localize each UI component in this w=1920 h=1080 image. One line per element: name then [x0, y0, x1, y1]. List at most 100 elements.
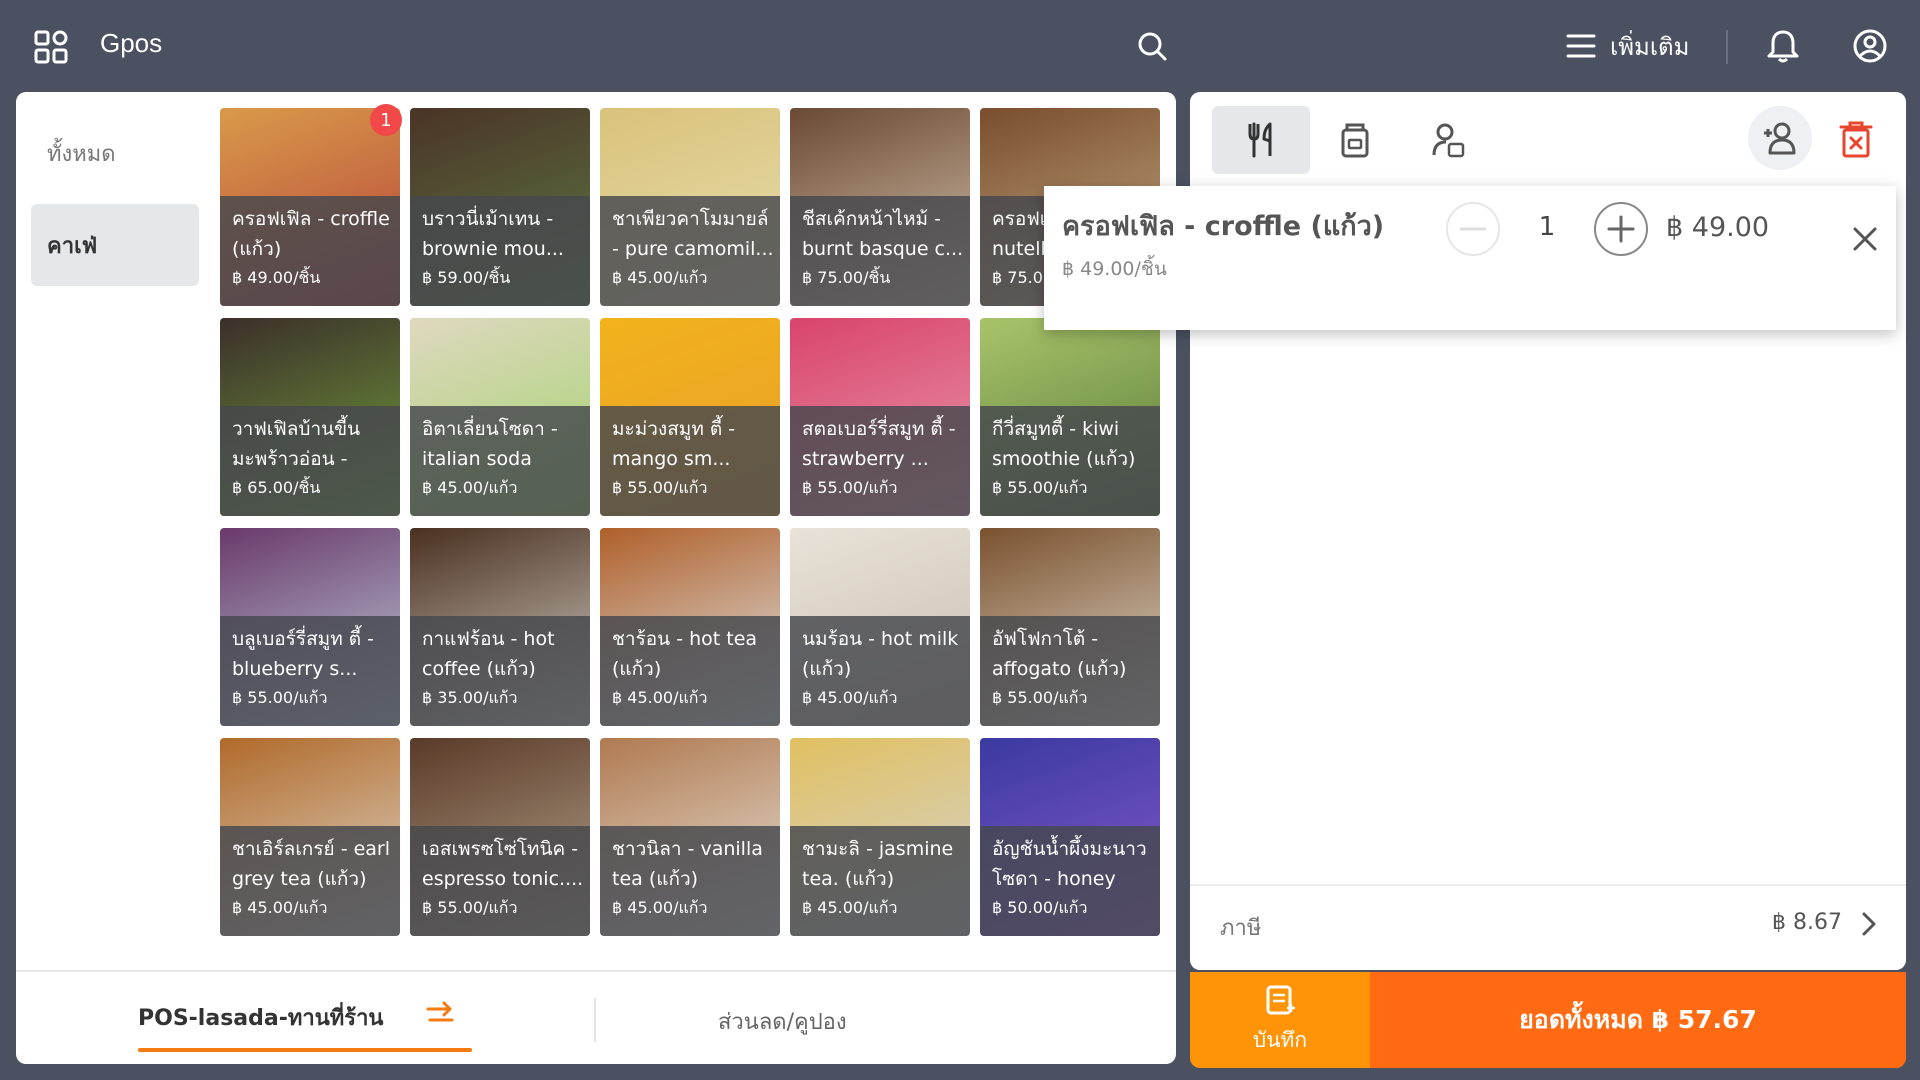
product-name: ชาวนิลา - vanilla tea (แก้ว) — [612, 838, 763, 890]
product-name: ชาเอิร์ลเกรย์ - earl grey tea (แก้ว) — [232, 838, 391, 890]
category-cafe[interactable]: คาเฟ่ — [31, 204, 199, 286]
account-icon[interactable] — [1852, 28, 1888, 64]
product-tile[interactable]: บลูเบอร์รี่สมูท ตี้ - blueberry s... ฿ 55… — [220, 528, 400, 726]
product-name: กีวี่สมูทตี้ - kiwi smoothie (แก้ว) — [992, 418, 1136, 470]
product-name: สตอเบอร์รี่สมูท ตี้ - strawberry ... — [802, 418, 956, 470]
product-name: นมร้อน - hot milk (แก้ว) — [802, 628, 959, 680]
sales-channel-label[interactable]: POS-lasada-ทานที่ร้าน — [138, 1000, 383, 1035]
minus-icon — [1460, 227, 1486, 231]
category-all[interactable]: ทั้งหมด — [31, 112, 199, 194]
product-tile[interactable]: ชาเอิร์ลเกรย์ - earl grey tea (แก้ว) ฿ 45… — [220, 738, 400, 936]
chevron-right-icon[interactable] — [1858, 910, 1880, 938]
checkout-total-button[interactable]: ยอดทั้งหมด ฿ 57.67 — [1370, 972, 1906, 1068]
product-price: ฿ 55.00/แก้ว — [992, 688, 1088, 707]
product-tile[interactable]: สตอเบอร์รี่สมูท ตี้ - strawberry ... ฿ 55… — [790, 318, 970, 516]
product-price: ฿ 49.00/ชิ้น — [232, 268, 321, 287]
clear-order-icon[interactable] — [1838, 120, 1874, 158]
bottom-bar: POS-lasada-ทานที่ร้าน ส่วนลด/คูปอง — [16, 970, 1176, 1064]
product-tile[interactable]: ชาวนิลา - vanilla tea (แก้ว) ฿ 45.00/แก้ว — [600, 738, 780, 936]
product-name: ชาร้อน - hot tea (แก้ว) — [612, 628, 758, 680]
tab-dine-in[interactable] — [1212, 106, 1310, 174]
product-name: อัฟโฟกาโต้ - affogato (แก้ว) — [992, 628, 1127, 680]
discount-coupon-button[interactable]: ส่วนลด/คูปอง — [718, 1004, 847, 1039]
bell-icon[interactable] — [1766, 28, 1800, 64]
order-item-unit-price: ฿ 49.00/ชิ้น — [1062, 258, 1167, 280]
apps-grid-icon[interactable] — [34, 30, 68, 64]
plus-icon — [1607, 215, 1635, 243]
product-tile[interactable]: ชาเพียวคาโมมายล์ - pure camomil... ฿ 45.0… — [600, 108, 780, 306]
channel-underline — [138, 1048, 472, 1052]
product-price: ฿ 45.00/แก้ว — [612, 268, 708, 287]
more-menu-label: เพิ่มเติม — [1610, 32, 1690, 61]
product-tile[interactable]: ชาร้อน - hot tea (แก้ว) ฿ 45.00/แก้ว — [600, 528, 780, 726]
order-item-total: ฿ 49.00 — [1666, 212, 1770, 243]
save-label: บันทึก — [1252, 1027, 1308, 1052]
product-name: บลูเบอร์รี่สมูท ตี้ - blueberry s... — [232, 628, 374, 680]
product-price: ฿ 55.00/แก้ว — [802, 478, 898, 497]
product-price: ฿ 45.00/แก้ว — [612, 898, 708, 917]
product-tile[interactable]: เอสเพรซโซ่โทนิค - espresso tonic.... ฿ 55… — [410, 738, 590, 936]
product-tile[interactable]: ชีสเค้กหน้าไหม้ - burnt basque c... ฿ 75.… — [790, 108, 970, 306]
product-panel: ทั้งหมด คาเฟ่ ครอฟเฟิล - croffle (แก้ว) ฿… — [16, 92, 1176, 1064]
product-name: ชามะลิ - jasmine tea. (แก้ว) — [802, 838, 954, 890]
product-tile[interactable]: ครอฟเฟิล - croffle (แก้ว) ฿ 49.00/ชิ้น — [220, 108, 400, 306]
close-icon[interactable] — [1852, 226, 1878, 252]
product-price: ฿ 55.00/แก้ว — [992, 478, 1088, 497]
product-tile[interactable]: ชามะลิ - jasmine tea. (แก้ว) ฿ 45.00/แก้ว — [790, 738, 970, 936]
product-name: บราวนี่เม้าเทน - brownie mou... — [422, 208, 564, 260]
product-name: ครอฟเฟิล - croffle (แก้ว) — [232, 208, 390, 260]
hamburger-icon — [1566, 34, 1596, 58]
product-name: วาฟเฟิลบ้านขี้น มะพร้าวอ่อน - ba... — [232, 418, 361, 470]
summary-divider — [1190, 884, 1906, 886]
product-name: ชีสเค้กหน้าไหม้ - burnt basque c... — [802, 208, 964, 260]
product-tile[interactable]: มะม่วงสมูท ตี้ - mango sm... ฿ 55.00/แก้ว — [600, 318, 780, 516]
save-order-button[interactable]: บันทึก — [1190, 972, 1370, 1068]
add-person-icon — [1764, 122, 1796, 155]
product-tile[interactable]: กีวี่สมูทตี้ - kiwi smoothie (แก้ว) ฿ 55.… — [980, 318, 1160, 516]
tab-delivery[interactable] — [1400, 106, 1498, 174]
product-price: ฿ 45.00/แก้ว — [802, 688, 898, 707]
product-price: ฿ 35.00/แก้ว — [422, 688, 518, 707]
product-price: ฿ 55.00/แก้ว — [422, 898, 518, 917]
bottom-bar-divider — [594, 998, 596, 1042]
product-price: ฿ 45.00/แก้ว — [802, 898, 898, 917]
product-name: อิตาเลี่ยนโซดา - italian soda (แก้ว) — [422, 418, 558, 470]
product-price: ฿ 59.00/ชิ้น — [422, 268, 511, 287]
product-tile[interactable]: อัฟโฟกาโต้ - affogato (แก้ว) ฿ 55.00/แก้ว — [980, 528, 1160, 726]
order-item-card[interactable]: ครอฟเฟิล - croffle (แก้ว) ฿ 49.00/ชิ้น 1… — [1044, 186, 1896, 330]
product-tile[interactable]: กาแฟร้อน - hot coffee (แก้ว) ฿ 35.00/แก้ว — [410, 528, 590, 726]
product-tile[interactable]: วาฟเฟิลบ้านขี้น มะพร้าวอ่อน - ba... ฿ 65.… — [220, 318, 400, 516]
cart-count-badge: 1 — [370, 104, 402, 136]
product-tile[interactable]: นมร้อน - hot milk (แก้ว) ฿ 45.00/แก้ว — [790, 528, 970, 726]
header-divider — [1726, 30, 1728, 64]
product-name: ชาเพียวคาโมมายล์ - pure camomil... — [612, 208, 774, 260]
more-menu-button[interactable]: เพิ่มเติม — [1566, 26, 1689, 66]
bag-icon — [1341, 123, 1369, 158]
decrease-quantity-button[interactable] — [1446, 202, 1500, 256]
product-name: เอสเพรซโซ่โทนิค - espresso tonic.... — [422, 838, 584, 890]
product-tile[interactable]: อิตาเลี่ยนโซดา - italian soda (แก้ว) ฿ 45… — [410, 318, 590, 516]
product-price: ฿ 75.00/ชิ้น — [802, 268, 891, 287]
swap-icon[interactable] — [424, 998, 456, 1030]
increase-quantity-button[interactable] — [1594, 202, 1648, 256]
quantity-value: 1 — [1538, 212, 1556, 242]
tax-value: ฿ 8.67 — [1772, 910, 1842, 935]
product-price: ฿ 55.00/แก้ว — [232, 688, 328, 707]
product-price: ฿ 45.00/แก้ว — [612, 688, 708, 707]
order-item-name: ครอฟเฟิล - croffle (แก้ว) — [1062, 211, 1385, 242]
add-customer-button[interactable] — [1748, 106, 1812, 170]
fork-knife-icon — [1248, 122, 1272, 158]
product-price: ฿ 45.00/แก้ว — [422, 478, 518, 497]
product-price: ฿ 45.00/แก้ว — [232, 898, 328, 917]
search-icon[interactable] — [1136, 30, 1168, 62]
tax-label: ภาษี — [1220, 916, 1262, 941]
product-name: มะม่วงสมูท ตี้ - mango sm... — [612, 418, 736, 470]
note-icon — [1266, 985, 1295, 1014]
customer-bag-icon — [1432, 123, 1465, 158]
app-title: Gpos — [100, 28, 163, 58]
product-name: กาแฟร้อน - hot coffee (แก้ว) — [422, 628, 555, 680]
product-tile[interactable]: บราวนี่เม้าเทน - brownie mou... ฿ 59.00/ช… — [410, 108, 590, 306]
tab-takeaway[interactable] — [1306, 106, 1404, 174]
product-price: ฿ 55.00/แก้ว — [612, 478, 708, 497]
product-tile[interactable]: อัญชันน้ำผึ้งมะนาว โซดา - honey le... ฿ 5… — [980, 738, 1160, 936]
